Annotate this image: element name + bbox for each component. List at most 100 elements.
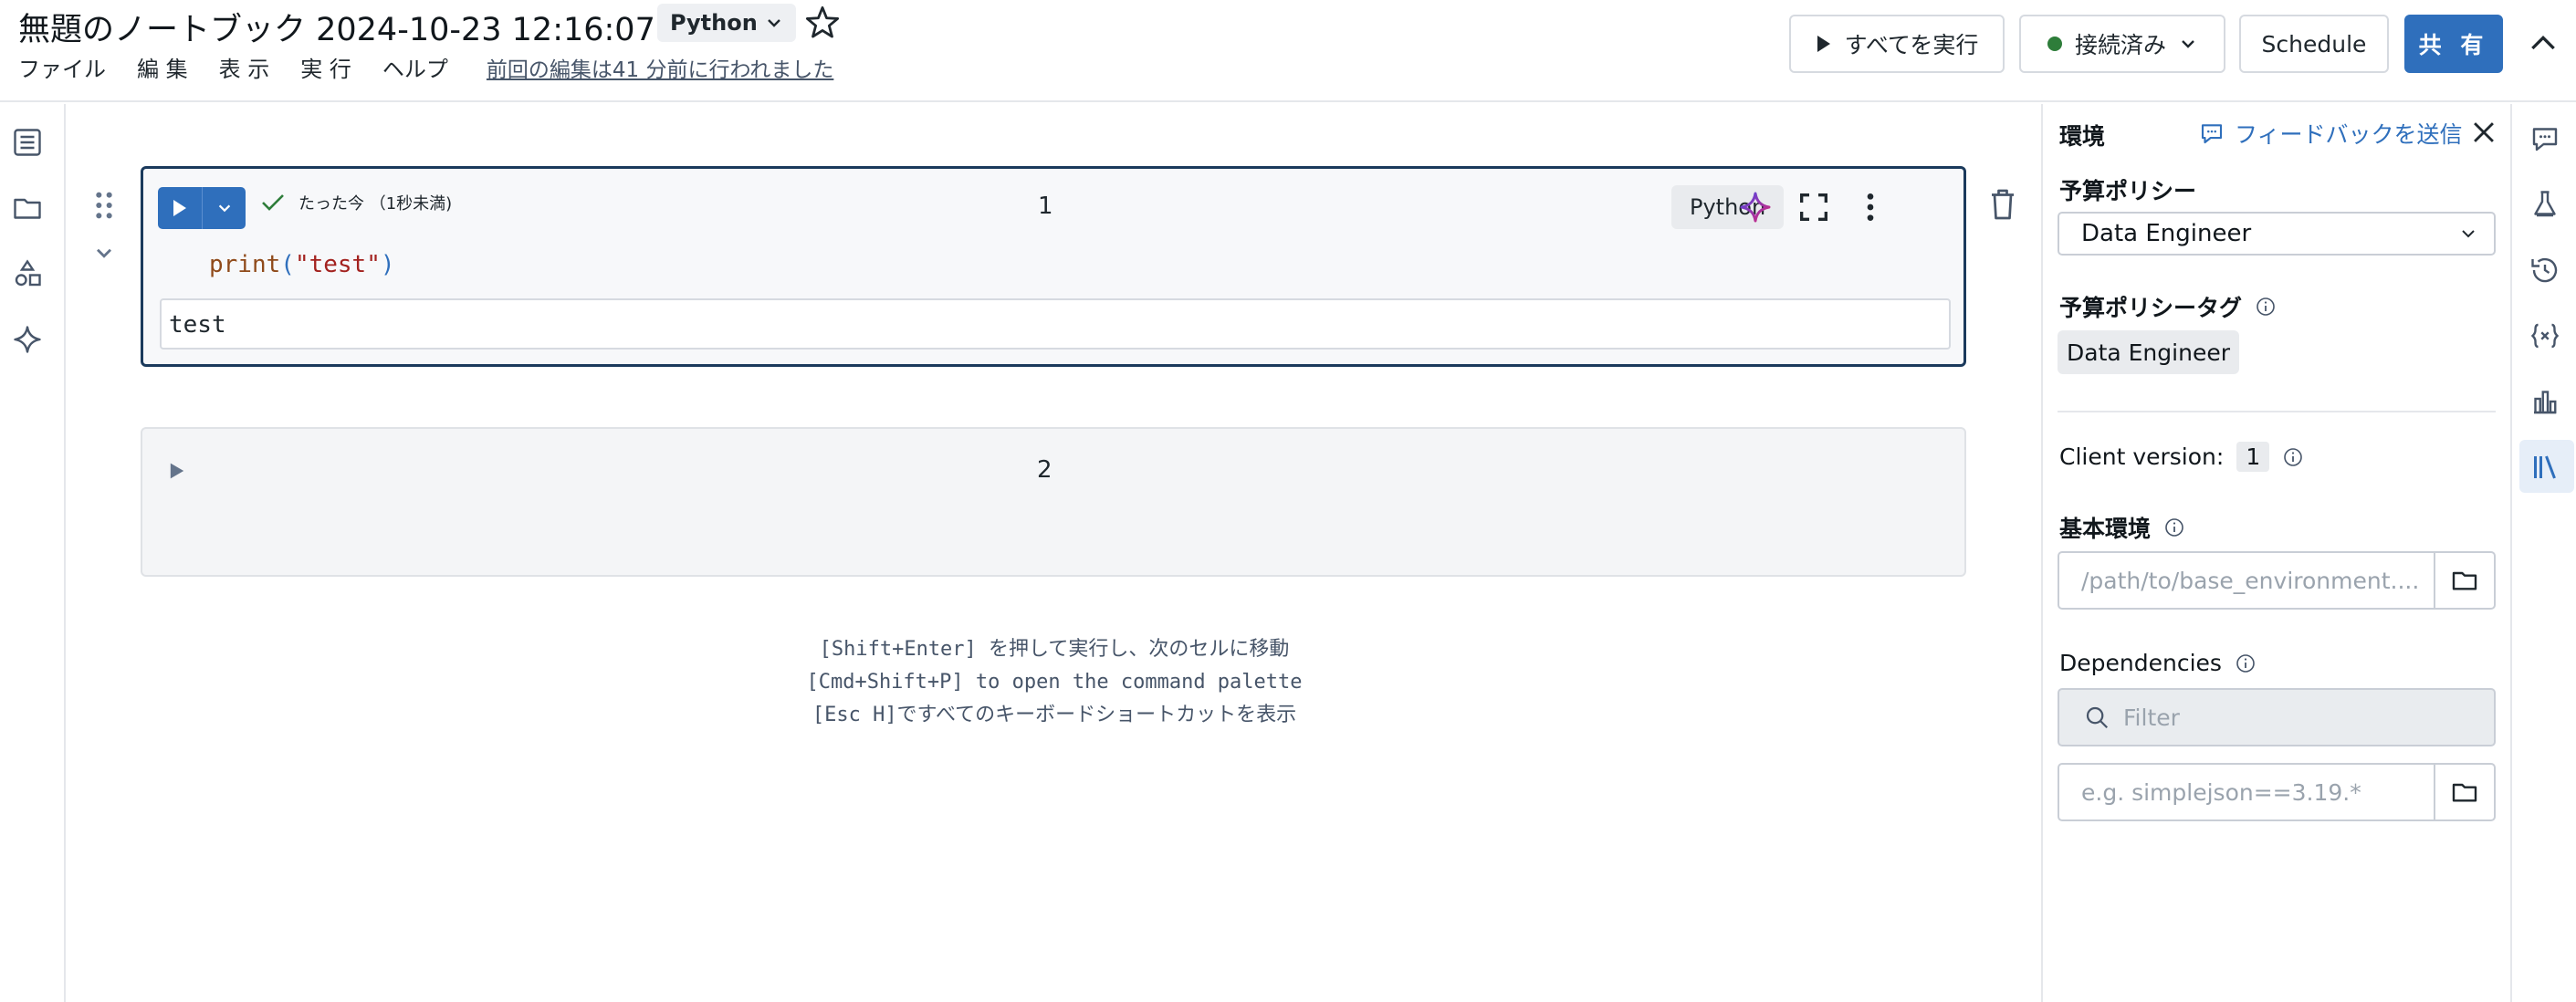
shapes-icon[interactable] (11, 257, 44, 290)
assistant-sparkle-icon[interactable] (1737, 189, 1774, 225)
client-version-row: Client version: 1 (2059, 442, 2304, 472)
folder-icon (2452, 783, 2477, 802)
run-cell-split-button (158, 187, 246, 229)
run-cell-button[interactable] (158, 187, 202, 229)
play-icon (1817, 36, 1830, 52)
libraries-icon[interactable] (2529, 451, 2561, 484)
kebab-menu-icon[interactable] (1852, 189, 1889, 225)
charts-icon[interactable] (2529, 385, 2561, 418)
base-env-input[interactable]: /path/to/base_environment.... (2059, 553, 2434, 608)
search-icon (2086, 706, 2109, 729)
comments-icon[interactable] (2529, 122, 2561, 155)
close-icon[interactable] (2468, 117, 2499, 148)
feedback-label: フィードバックを送信 (2235, 121, 2463, 148)
base-env-input-group: /path/to/base_environment.... (2058, 551, 2496, 610)
schedule-label: Schedule (2261, 30, 2367, 57)
code-open-paren: ( (280, 251, 295, 278)
right-sidebar (2510, 104, 2576, 1002)
collapse-cell-chevron-icon[interactable] (91, 241, 117, 266)
cell-number: 1 (1038, 193, 1053, 220)
notebook-cell-1[interactable]: たった今 （1秒未満) 1 Python print("test") test (141, 166, 1966, 367)
budget-policy-value: Data Engineer (2081, 220, 2252, 247)
compute-connection-button[interactable]: 接続済み (2019, 15, 2225, 73)
checkmark-icon (262, 194, 284, 211)
cell-output: test (160, 298, 1951, 350)
notebook-header: 無題のノートブック 2024-10-23 12:16:07 Python ファイ… (0, 0, 2576, 102)
language-selector[interactable]: Python (657, 4, 796, 42)
client-version-value[interactable]: 1 (2236, 442, 2270, 472)
experiments-icon[interactable] (2529, 188, 2561, 221)
budget-tag-label-row: 予算ポリシータグ (2059, 290, 2277, 323)
trash-icon[interactable] (1986, 186, 2019, 223)
keyboard-hints: [Shift+Enter] を押して実行し、次のセルに移動 [Cmd+Shift… (639, 633, 1470, 732)
info-icon[interactable] (2282, 446, 2304, 468)
chevron-down-icon (767, 19, 780, 27)
chevron-up-icon[interactable] (2525, 26, 2561, 62)
budget-policy-label: 予算ポリシー (2059, 178, 2197, 204)
run-status-text: たった今 （1秒未満) (298, 194, 453, 214)
code-string-token: "test" (294, 251, 381, 278)
chevron-down-icon (218, 204, 230, 213)
budget-policy-select[interactable]: Data Engineer (2058, 212, 2496, 256)
menu-file[interactable]: ファイル (18, 51, 106, 83)
info-icon[interactable] (2235, 652, 2257, 674)
dependency-input-group: e.g. simplejson==3.19.* (2058, 763, 2496, 821)
share-label: 共 有 (2418, 32, 2489, 58)
dependencies-label: Dependencies (2059, 650, 2222, 676)
cell-number: 2 (1037, 456, 1052, 484)
base-env-label: 基本環境 (2059, 516, 2152, 542)
share-button[interactable]: 共 有 (2404, 15, 2503, 73)
hint-line: [Esc H]ですべてのキーボードショートカットを表示 (812, 704, 1297, 726)
base-env-label-row: 基本環境 (2059, 511, 2185, 544)
variables-icon[interactable] (2529, 319, 2561, 352)
panel-title: 環境 (2059, 123, 2106, 150)
table-of-contents-icon[interactable] (11, 126, 44, 159)
history-icon[interactable] (2529, 254, 2561, 287)
play-icon[interactable] (166, 460, 188, 482)
favorite-star-icon[interactable] (803, 4, 842, 42)
send-feedback-link[interactable]: フィードバックを送信 (2198, 117, 2463, 150)
dependency-input[interactable]: e.g. simplejson==3.19.* (2059, 765, 2434, 819)
browse-base-env-button[interactable] (2434, 553, 2494, 608)
menu-view[interactable]: 表 示 (219, 51, 270, 83)
last-edit-link[interactable]: 前回の編集は41 分前に行われました (487, 52, 833, 83)
folder-icon (2452, 571, 2477, 590)
menu-run[interactable]: 実 行 (300, 51, 351, 83)
filter-placeholder: Filter (2123, 704, 2180, 731)
notebook-cell-2[interactable]: 2 (141, 427, 1966, 577)
budget-tag-label: 予算ポリシータグ (2059, 295, 2243, 321)
assistant-sparkle-icon[interactable] (11, 323, 44, 356)
code-close-paren: ) (380, 251, 395, 278)
play-icon (173, 200, 186, 216)
browse-dependency-button[interactable] (2434, 765, 2494, 819)
chat-bubble-icon (2201, 124, 2223, 144)
connection-label: 接続済み (2074, 32, 2166, 58)
hint-line: [Cmd+Shift+P] to open the command palett… (806, 671, 1303, 694)
info-icon[interactable] (2255, 296, 2277, 318)
menu-bar: ファイル 編 集 表 示 実 行 ヘルプ 前回の編集は41 分前に行われました (18, 51, 833, 83)
cell-run-status: たった今 （1秒未満) (260, 191, 452, 214)
menu-help[interactable]: ヘルプ (382, 51, 448, 83)
chevron-down-icon (2462, 230, 2475, 238)
menu-edit[interactable]: 編 集 (137, 51, 188, 83)
left-sidebar (0, 104, 66, 1002)
dependencies-label-row: Dependencies (2059, 650, 2257, 676)
run-all-button[interactable]: すべてを実行 (1789, 15, 2005, 73)
budget-tag-chip: Data Engineer (2058, 330, 2239, 374)
info-icon[interactable] (2163, 517, 2185, 538)
drag-handle-icon[interactable] (93, 190, 115, 221)
run-all-label: すべてを実行 (1844, 32, 1979, 58)
code-function-token: print (209, 251, 281, 278)
code-editor[interactable]: print("test") (209, 251, 395, 278)
folder-icon[interactable] (11, 192, 44, 224)
client-version-label: Client version: (2059, 444, 2225, 470)
schedule-button[interactable]: Schedule (2239, 15, 2389, 73)
notebook-title[interactable]: 無題のノートブック 2024-10-23 12:16:07 (18, 4, 655, 50)
panel-divider (2058, 411, 2496, 412)
run-options-button[interactable] (202, 187, 246, 229)
chevron-down-icon (2182, 40, 2194, 48)
hint-line: [Shift+Enter] を押して実行し、次のセルに移動 (819, 638, 1290, 661)
dependencies-filter-input[interactable]: Filter (2058, 688, 2496, 746)
language-label: Python (670, 10, 758, 36)
fullscreen-icon[interactable] (1796, 189, 1832, 225)
